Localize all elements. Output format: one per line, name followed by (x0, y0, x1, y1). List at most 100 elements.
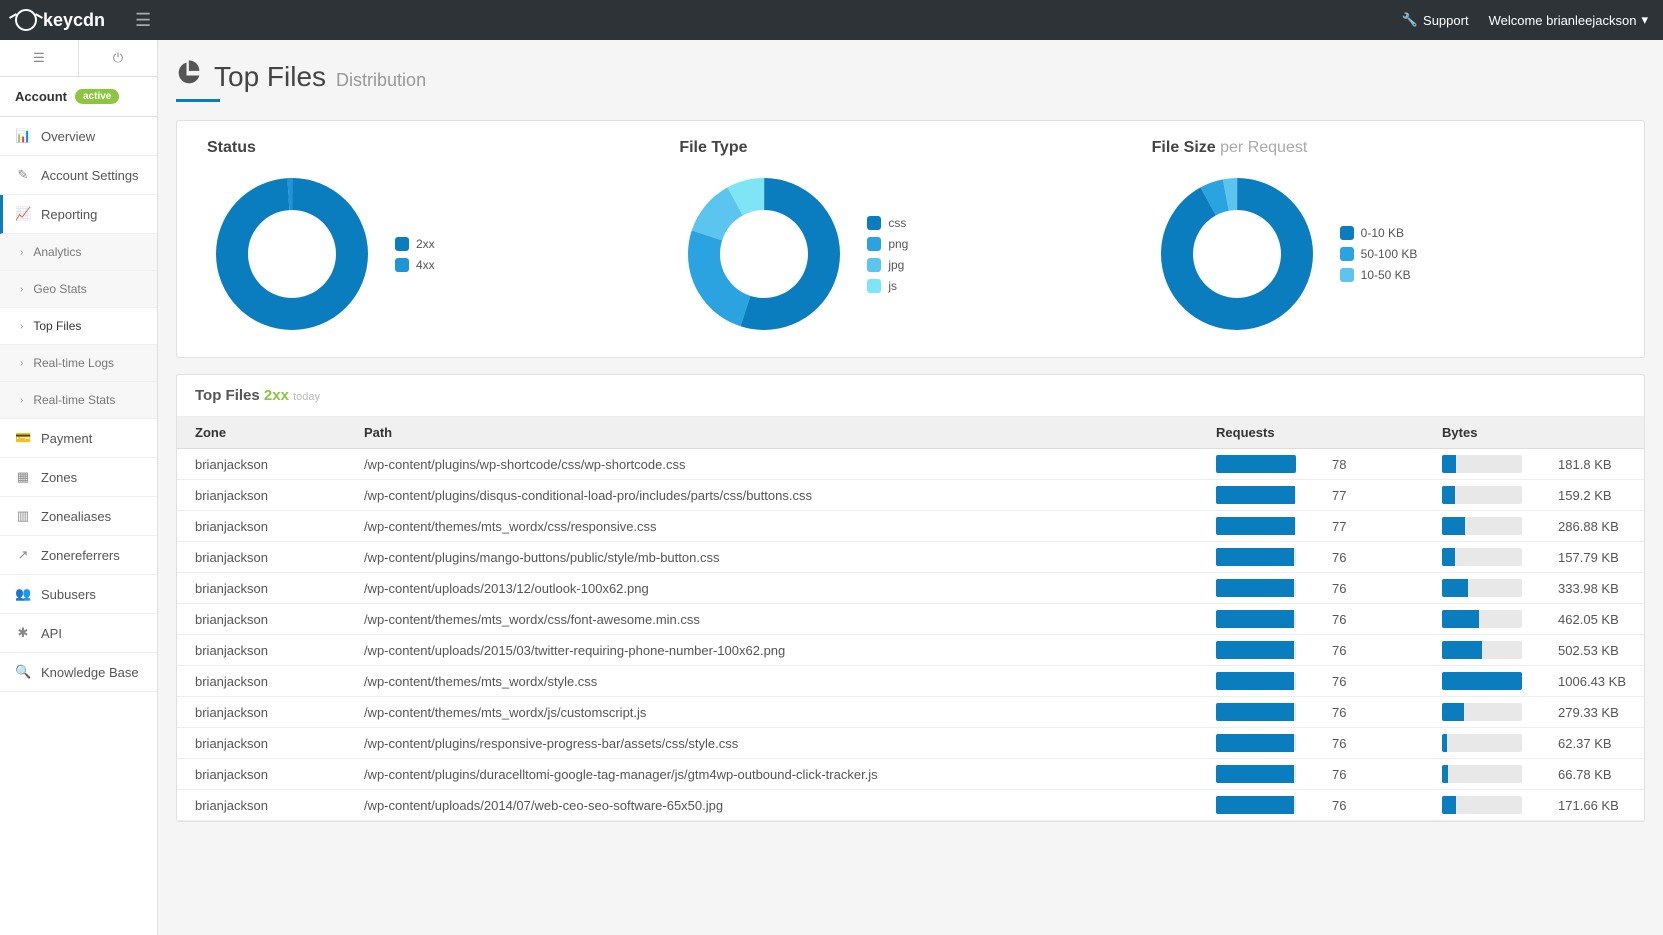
main-content: Top Files Distribution Status2xx4xx File … (158, 40, 1663, 935)
page-title: Top Files (214, 61, 326, 93)
table-row: brianjackson /wp-content/uploads/2015/03… (177, 635, 1644, 666)
cell-bytes: 181.8 KB (1540, 449, 1644, 480)
nav-zones[interactable]: ▦Zones (0, 458, 157, 497)
col-bytes: Bytes (1424, 417, 1644, 449)
legend-item: css (867, 216, 908, 230)
panel-header: Top Files 2xx today (177, 375, 1644, 417)
cell-path: /wp-content/plugins/responsive-progress-… (346, 728, 1198, 759)
logo[interactable]: keycdn (15, 9, 105, 31)
legend-swatch (867, 258, 881, 272)
subnav-real-time-logs[interactable]: ›Real-time Logs (0, 345, 157, 382)
legend-swatch (867, 237, 881, 251)
nav-knowledge-base[interactable]: 🔍Knowledge Base (0, 653, 157, 692)
cell-path: /wp-content/uploads/2015/03/twitter-requ… (346, 635, 1198, 666)
cell-bytes: 286.88 KB (1540, 511, 1644, 542)
cell-requests: 76 (1314, 759, 1424, 790)
cell-bytes: 62.37 KB (1540, 728, 1644, 759)
cell-bytes-bar (1424, 573, 1540, 604)
table-row: brianjackson /wp-content/plugins/mango-b… (177, 542, 1644, 573)
cell-bytes-bar (1424, 728, 1540, 759)
table-row: brianjackson /wp-content/uploads/2013/12… (177, 573, 1644, 604)
cell-req-bar (1198, 480, 1314, 511)
power-button[interactable]: ⏻ (79, 40, 157, 76)
legend-item: png (867, 237, 908, 251)
table-row: brianjackson /wp-content/plugins/disqus-… (177, 480, 1644, 511)
cell-zone: brianjackson (177, 728, 346, 759)
cell-req-bar (1198, 604, 1314, 635)
nav-payment[interactable]: 💳Payment (0, 419, 157, 458)
account-status-row: Account active (0, 77, 157, 117)
menu-toggle-icon[interactable]: ☰ (135, 10, 151, 31)
grid-icon: ▦ (15, 469, 31, 485)
edit-icon: ✎ (15, 167, 31, 183)
sidebar-collapse-button[interactable]: ☰ (0, 40, 79, 76)
legend-swatch (395, 258, 409, 272)
cell-requests: 76 (1314, 728, 1424, 759)
chart-icon: 📈 (15, 206, 31, 222)
cell-zone: brianjackson (177, 542, 346, 573)
legend-swatch (867, 279, 881, 293)
cell-bytes: 157.79 KB (1540, 542, 1644, 573)
grid2-icon: ▥ (15, 508, 31, 524)
user-menu[interactable]: Welcome brianleejackson ▾ (1489, 12, 1648, 28)
cell-zone: brianjackson (177, 449, 346, 480)
share-icon: ↗ (15, 547, 31, 563)
cell-bytes: 66.78 KB (1540, 759, 1644, 790)
nav-api[interactable]: ✱API (0, 614, 157, 653)
cell-requests: 76 (1314, 666, 1424, 697)
cell-zone: brianjackson (177, 635, 346, 666)
title-underline (176, 99, 220, 102)
chevron-right-icon: › (20, 358, 23, 369)
cell-requests: 76 (1314, 542, 1424, 573)
cell-requests: 77 (1314, 480, 1424, 511)
cell-bytes: 171.66 KB (1540, 790, 1644, 821)
cell-requests: 76 (1314, 697, 1424, 728)
nav-reporting[interactable]: 📈Reporting (0, 195, 157, 234)
cell-path: /wp-content/plugins/disqus-conditional-l… (346, 480, 1198, 511)
wrench-icon: 🔧 (1402, 12, 1418, 28)
support-link[interactable]: 🔧 Support (1402, 12, 1469, 28)
nav-zonealiases[interactable]: ▥Zonealiases (0, 497, 157, 536)
cell-req-bar (1198, 790, 1314, 821)
subnav-geo-stats[interactable]: ›Geo Stats (0, 271, 157, 308)
asterisk-icon: ✱ (15, 625, 31, 641)
cell-req-bar (1198, 573, 1314, 604)
cell-req-bar (1198, 511, 1314, 542)
chart-title: File Type (679, 139, 1141, 157)
cell-req-bar (1198, 635, 1314, 666)
pie-chart-icon (176, 58, 204, 93)
nav-overview[interactable]: 📊Overview (0, 117, 157, 156)
legend-item: 0-10 KB (1340, 226, 1418, 240)
cell-path: /wp-content/plugins/duracelltomi-google-… (346, 759, 1198, 790)
top-files-panel: Top Files 2xx today ZonePathRequestsByte… (176, 374, 1645, 822)
page-subtitle: Distribution (336, 70, 426, 91)
chart-file-size: File Size per Request0-10 KB50-100 KB10-… (1152, 139, 1614, 339)
subnav-top-files[interactable]: ›Top Files (0, 308, 157, 345)
col-path: Path (346, 417, 1198, 449)
legend-swatch (867, 216, 881, 230)
card-icon: 💳 (15, 430, 31, 446)
subnav-real-time-stats[interactable]: ›Real-time Stats (0, 382, 157, 419)
cell-bytes-bar (1424, 604, 1540, 635)
sidebar: ☰ ⏻ Account active 📊Overview✎Account Set… (0, 40, 158, 935)
cell-req-bar (1198, 449, 1314, 480)
cell-bytes-bar (1424, 480, 1540, 511)
cell-path: /wp-content/plugins/wp-shortcode/css/wp-… (346, 449, 1198, 480)
chart-file-type: File Typecsspngjpgjs (679, 139, 1141, 339)
cell-path: /wp-content/themes/mts_wordx/css/font-aw… (346, 604, 1198, 635)
nav-subusers[interactable]: 👥Subusers (0, 575, 157, 614)
chart-status: Status2xx4xx (207, 139, 669, 339)
nav-account-settings[interactable]: ✎Account Settings (0, 156, 157, 195)
table-row: brianjackson /wp-content/plugins/duracel… (177, 759, 1644, 790)
legend-swatch (395, 237, 409, 251)
cell-path: /wp-content/themes/mts_wordx/js/customsc… (346, 697, 1198, 728)
cell-bytes: 502.53 KB (1540, 635, 1644, 666)
cell-requests: 77 (1314, 511, 1424, 542)
cell-bytes: 462.05 KB (1540, 604, 1644, 635)
legend-swatch (1340, 247, 1354, 261)
legend-item: 2xx (395, 237, 435, 251)
subnav-analytics[interactable]: ›Analytics (0, 234, 157, 271)
nav-zonereferrers[interactable]: ↗Zonereferrers (0, 536, 157, 575)
cell-bytes-bar (1424, 542, 1540, 573)
cell-req-bar (1198, 728, 1314, 759)
